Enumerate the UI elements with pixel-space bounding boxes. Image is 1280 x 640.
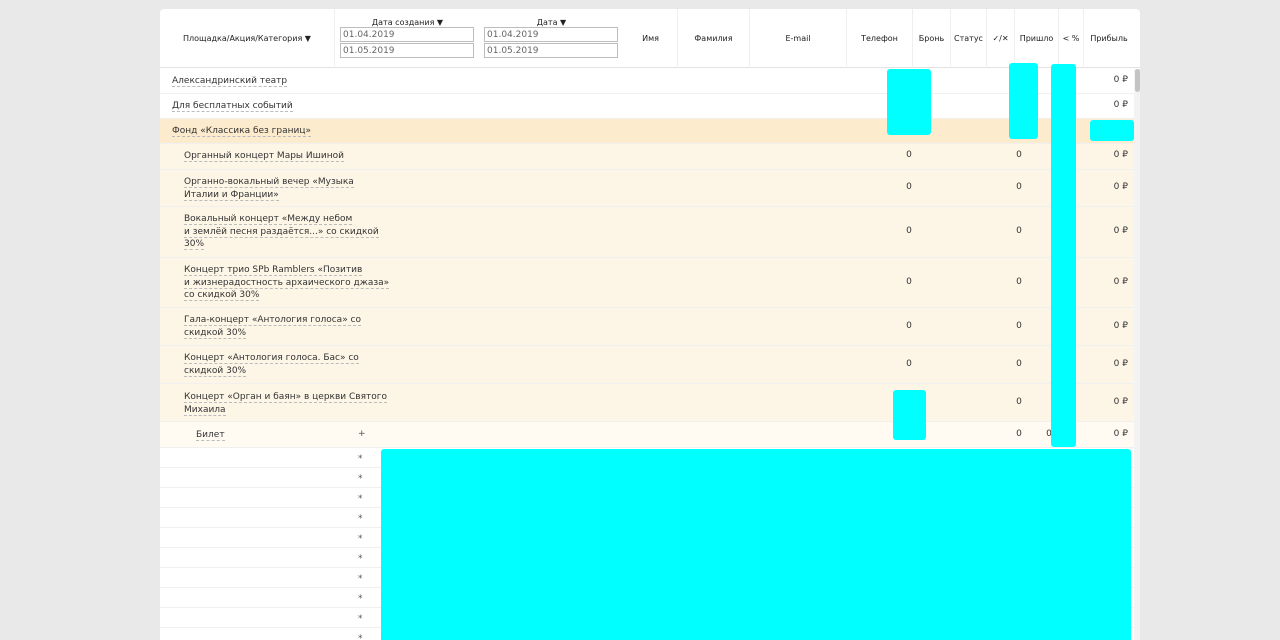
row-label[interactable]: Фонд «Классика без границ» bbox=[172, 125, 311, 138]
table-row-event[interactable]: Концерт «Антология голоса. Бас» со скидко… bbox=[160, 346, 1134, 384]
phone-header: Телефон bbox=[847, 9, 913, 68]
star-marker: * bbox=[358, 534, 363, 544]
row-label[interactable]: Гала-концерт «Антология голоса» со скидко… bbox=[184, 314, 362, 339]
redaction-block bbox=[1051, 64, 1076, 447]
table-row-venue[interactable]: Александринский театр 0 ₽ bbox=[160, 69, 1134, 94]
profit-value: 0 ₽ bbox=[1113, 429, 1128, 439]
came-value: 0 bbox=[1016, 150, 1022, 160]
came-value: 0 bbox=[1016, 359, 1022, 369]
created-from-input[interactable] bbox=[340, 27, 474, 42]
add-button[interactable]: + bbox=[358, 429, 366, 439]
star-marker: * bbox=[358, 474, 363, 484]
percent-header: < % bbox=[1059, 9, 1084, 68]
star-marker: * bbox=[358, 514, 363, 524]
row-label[interactable]: Концерт «Орган и баян» в церкви Святого М… bbox=[184, 391, 387, 416]
row-label[interactable]: Билет bbox=[196, 429, 225, 442]
table-row-event[interactable]: Вокальный концерт «Между небом и землёй п… bbox=[160, 207, 1134, 258]
star-marker: * bbox=[358, 454, 363, 464]
booking-value: 0 bbox=[906, 321, 912, 331]
report-panel: Площадка/Акция/Категория ▼ Дата создания… bbox=[160, 9, 1140, 640]
came-value: 0 bbox=[1016, 397, 1022, 407]
profit-value: 0 ₽ bbox=[1113, 100, 1128, 110]
table-row-event[interactable]: Концерт «Орган и баян» в церкви Святого М… bbox=[160, 384, 1134, 422]
row-label[interactable]: Для бесплатных событий bbox=[172, 100, 293, 113]
profit-value: 0 ₽ bbox=[1113, 226, 1128, 236]
came-value: 0 bbox=[1016, 321, 1022, 331]
date-to-input[interactable] bbox=[484, 43, 618, 58]
table-row-event[interactable]: Концерт трио SPb Ramblers «Позитив и жизн… bbox=[160, 258, 1134, 308]
redaction-block bbox=[893, 390, 926, 440]
profit-value: 0 ₽ bbox=[1113, 150, 1128, 160]
booking-header: Бронь bbox=[913, 9, 951, 68]
event-date-label[interactable]: Дата ▼ bbox=[479, 18, 624, 27]
row-label[interactable]: Органный концерт Мары Ишиной bbox=[184, 150, 344, 163]
last-name-header: Фамилия bbox=[678, 9, 750, 68]
created-date-filter: Дата создания ▼ bbox=[335, 9, 480, 68]
booking-value: 0 bbox=[906, 182, 912, 192]
table-row-event[interactable]: Органно-вокальный вечер «Музыка Италии и … bbox=[160, 170, 1134, 207]
booking-value: 0 bbox=[906, 150, 912, 160]
star-marker: * bbox=[358, 574, 363, 584]
scrollbar-track[interactable] bbox=[1134, 69, 1140, 640]
redaction-block bbox=[887, 69, 931, 135]
booking-value: 0 bbox=[906, 277, 912, 287]
booking-value: 0 bbox=[906, 359, 912, 369]
status-header: Статус bbox=[951, 9, 987, 68]
event-date-filter: Дата ▼ bbox=[479, 9, 624, 68]
created-date-label[interactable]: Дата создания ▼ bbox=[335, 18, 480, 27]
row-label[interactable]: Вокальный концерт «Между небом и землёй п… bbox=[184, 213, 379, 251]
table-header: Площадка/Акция/Категория ▼ Дата создания… bbox=[160, 9, 1140, 68]
scrollbar-thumb[interactable] bbox=[1135, 69, 1140, 92]
profit-value: 0 ₽ bbox=[1113, 321, 1128, 331]
table-row-venue[interactable]: Для бесплатных событий 0 ₽ bbox=[160, 94, 1134, 119]
came-value: 0 bbox=[1016, 277, 1022, 287]
row-label[interactable]: Концерт трио SPb Ramblers «Позитив и жизн… bbox=[184, 264, 390, 302]
table-row-event[interactable]: Органный концерт Мары Ишиной 0 0 0 ₽ bbox=[160, 144, 1134, 170]
came-value: 0 bbox=[1016, 429, 1022, 439]
star-marker: * bbox=[358, 554, 363, 564]
came-header: Пришло bbox=[1015, 9, 1059, 68]
profit-header: Прибыль bbox=[1090, 34, 1128, 43]
profit-value: 0 ₽ bbox=[1113, 182, 1128, 192]
date-from-input[interactable] bbox=[484, 27, 618, 42]
table-row-ticket[interactable]: Билет + 0 0 0 ₽ bbox=[160, 422, 1134, 448]
profit-value: 0 ₽ bbox=[1113, 397, 1128, 407]
row-label[interactable]: Александринский театр bbox=[172, 75, 288, 88]
star-marker: * bbox=[358, 494, 363, 504]
redaction-block bbox=[1009, 63, 1038, 139]
created-to-input[interactable] bbox=[340, 43, 474, 58]
first-name-header: Имя bbox=[624, 9, 678, 68]
profit-value: 0 ₽ bbox=[1113, 359, 1128, 369]
table-row-event[interactable]: Гала-концерт «Антология голоса» со скидко… bbox=[160, 308, 1134, 346]
star-marker: * bbox=[358, 614, 363, 624]
check-header: ✓/✕ bbox=[987, 9, 1015, 68]
redaction-block bbox=[381, 449, 1131, 640]
came-value: 0 bbox=[1016, 182, 1022, 192]
row-label[interactable]: Концерт «Антология голоса. Бас» со скидко… bbox=[184, 352, 359, 377]
venue-column-header[interactable]: Площадка/Акция/Категория ▼ bbox=[160, 9, 335, 68]
came-value: 0 bbox=[1016, 226, 1022, 236]
email-header: E-mail bbox=[750, 9, 847, 68]
booking-value: 0 bbox=[906, 226, 912, 236]
row-label[interactable]: Органно-вокальный вечер «Музыка Италии и … bbox=[184, 176, 354, 201]
star-marker: * bbox=[358, 594, 363, 604]
star-marker: * bbox=[358, 634, 363, 640]
profit-value: 0 ₽ bbox=[1113, 277, 1128, 287]
table-row-fund[interactable]: Фонд «Классика без границ» bbox=[160, 119, 1134, 144]
profit-value: 0 ₽ bbox=[1113, 75, 1128, 85]
redaction-block bbox=[1090, 120, 1134, 141]
